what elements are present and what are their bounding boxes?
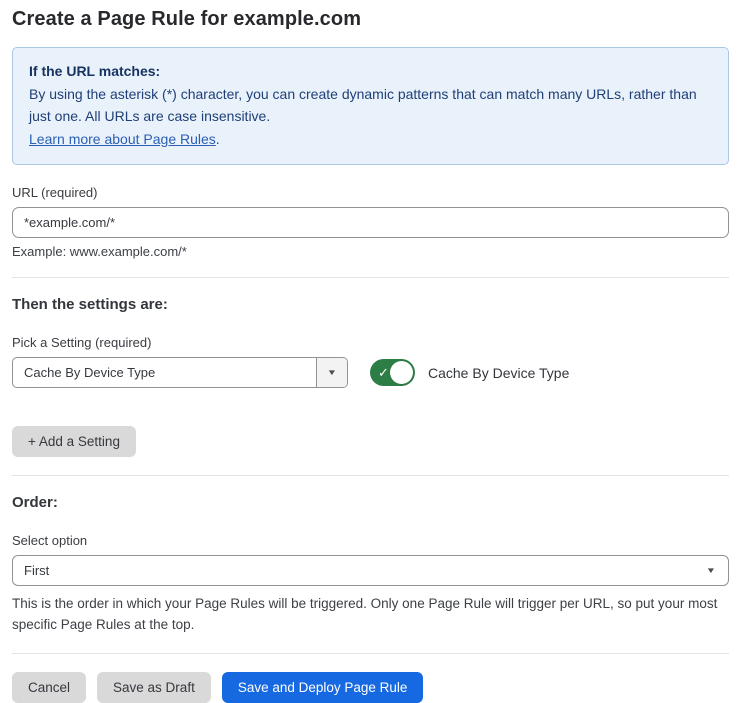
page-title: Create a Page Rule for example.com (12, 8, 729, 31)
link-period: . (216, 131, 220, 147)
setting-select-value: Cache By Device Type (13, 358, 316, 387)
setting-select[interactable]: Cache By Device Type ▼ (12, 357, 348, 388)
learn-more-link[interactable]: Learn more about Page Rules (29, 131, 216, 147)
toggle-label: Cache By Device Type (428, 365, 569, 381)
check-icon: ✓ (378, 366, 389, 379)
divider-order (12, 475, 729, 476)
chevron-down-icon: ▼ (706, 566, 716, 575)
info-box-link-line: Learn more about Page Rules. (29, 128, 712, 151)
url-match-info-box: If the URL matches: By using the asteris… (12, 47, 729, 165)
chevron-down-icon: ▼ (327, 368, 337, 377)
cache-by-device-toggle[interactable]: ✓ (370, 359, 415, 386)
url-input[interactable] (12, 207, 729, 238)
create-page-rule-form: Create a Page Rule for example.com If th… (0, 0, 750, 703)
divider-settings (12, 277, 729, 278)
info-box-body: By using the asterisk (*) character, you… (29, 83, 712, 128)
url-field-hint: Example: www.example.com/* (12, 244, 729, 259)
divider-footer (12, 653, 729, 654)
info-box-heading: If the URL matches: (29, 60, 712, 83)
toggle-knob (390, 361, 413, 384)
order-select-label: Select option (12, 533, 729, 548)
order-select-value: First (13, 556, 707, 585)
order-heading: Order: (12, 494, 729, 511)
add-setting-button[interactable]: + Add a Setting (12, 426, 136, 457)
url-field-label: URL (required) (12, 185, 729, 200)
settings-heading: Then the settings are: (12, 296, 729, 313)
setting-row: Cache By Device Type ▼ ✓ Cache By Device… (12, 357, 729, 388)
order-select-arrow: ▼ (707, 556, 728, 585)
order-select[interactable]: First ▼ (12, 555, 729, 586)
order-description: This is the order in which your Page Rul… (12, 593, 729, 635)
pick-setting-label: Pick a Setting (required) (12, 335, 729, 350)
setting-select-arrow-segment[interactable]: ▼ (316, 358, 347, 387)
